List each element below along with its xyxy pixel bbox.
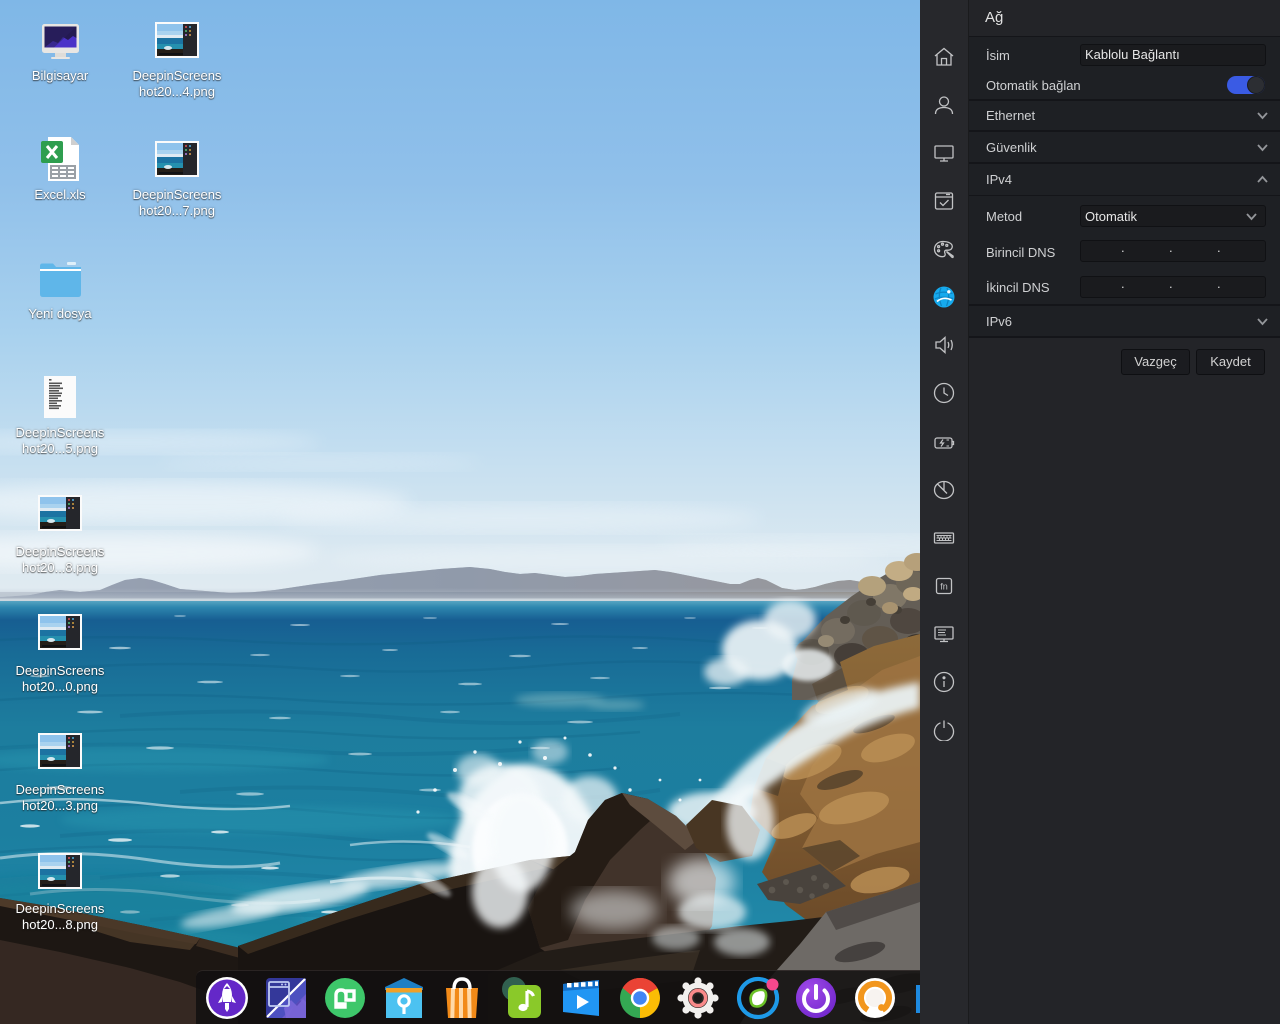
svg-text:fn: fn bbox=[940, 582, 948, 592]
